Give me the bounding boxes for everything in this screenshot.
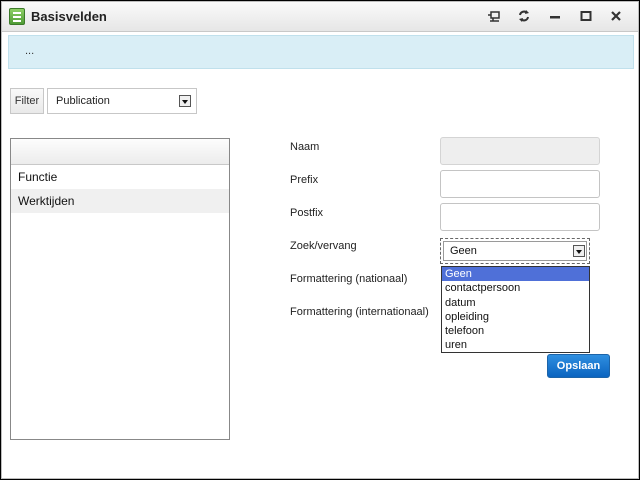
title-bar: Basisvelden xyxy=(2,2,638,32)
option-telefoon[interactable]: telefoon xyxy=(442,324,589,338)
format-internationaal-label: Formattering (internationaal) xyxy=(290,306,429,318)
format-nationaal-label: Formattering (nationaal) xyxy=(290,273,408,285)
option-contactpersoon[interactable]: contactpersoon xyxy=(442,281,589,295)
save-button[interactable]: Opslaan xyxy=(547,354,610,378)
postfix-label: Postfix xyxy=(290,207,324,219)
filter-select[interactable]: Publication xyxy=(47,88,197,114)
prefix-field[interactable] xyxy=(440,170,600,198)
option-uren[interactable]: uren xyxy=(442,338,589,352)
list-item-functie[interactable]: Functie xyxy=(11,165,229,189)
chevron-down-icon[interactable] xyxy=(179,95,191,107)
naam-label: Naam xyxy=(290,141,320,153)
info-text: ... xyxy=(25,45,35,57)
postfix-field[interactable] xyxy=(440,203,600,231)
list-item-werktijden[interactable]: Werktijden xyxy=(11,189,229,213)
zoek-vervang-value: Geen xyxy=(450,245,477,257)
option-geen[interactable]: Geen xyxy=(442,267,589,282)
zoek-vervang-select[interactable]: Geen xyxy=(440,238,590,264)
naam-field[interactable] xyxy=(440,137,600,165)
window-title: Basisvelden xyxy=(31,9,107,24)
zoek-vervang-select-inner: Geen xyxy=(443,241,587,261)
option-datum[interactable]: datum xyxy=(442,296,589,310)
window: Basisvelden ... Filter Publication Funct… xyxy=(1,1,639,479)
maximize-icon[interactable] xyxy=(578,9,594,25)
list-header xyxy=(11,139,229,165)
prefix-label: Prefix xyxy=(290,174,319,186)
app-icon xyxy=(9,8,25,25)
info-bar: ... xyxy=(8,35,634,69)
minimize-icon[interactable] xyxy=(547,9,563,25)
filter-button[interactable]: Filter xyxy=(10,88,44,114)
field-list: Functie Werktijden xyxy=(10,138,230,440)
refresh-icon[interactable] xyxy=(516,9,532,25)
zoek-vervang-dropdown: Geen contactpersoon datum opleiding tele… xyxy=(441,266,590,353)
filter-select-value: Publication xyxy=(56,95,110,107)
close-icon[interactable] xyxy=(608,9,624,25)
option-opleiding[interactable]: opleiding xyxy=(442,310,589,324)
pin-icon[interactable] xyxy=(486,9,502,25)
zoek-vervang-label: Zoek/vervang xyxy=(290,240,357,252)
chevron-down-icon[interactable] xyxy=(573,245,585,257)
